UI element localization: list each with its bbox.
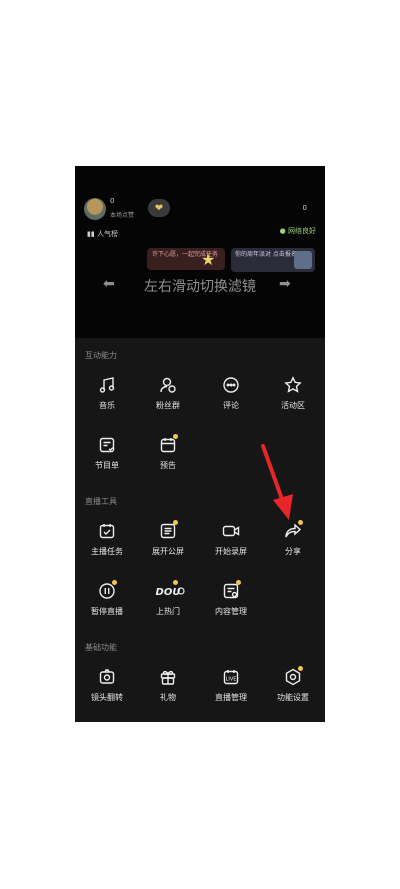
bar-chart-icon: ▮▮ — [87, 230, 95, 238]
dou-plus-icon: DOU — [140, 580, 196, 600]
task-icon — [79, 522, 135, 540]
camera-flip-icon — [79, 668, 135, 686]
item-gift[interactable]: 礼物 — [140, 668, 196, 703]
notification-dot — [173, 580, 178, 585]
arrow-right-icon: ➡ — [279, 276, 291, 292]
comment-icon — [203, 376, 259, 394]
item-label: 节目单 — [95, 461, 119, 470]
viewer-sub-label: 本场点赞 — [110, 212, 135, 219]
notification-dot — [112, 580, 117, 585]
section-tools: 直播工具 — [85, 497, 117, 506]
item-label: 礼物 — [160, 693, 176, 702]
item-label: 暂停直播 — [91, 607, 123, 616]
network-label: 网络良好 — [288, 227, 316, 235]
pause-icon — [79, 580, 135, 600]
audience-count: 0 — [302, 204, 307, 212]
party-banner-text: 你的周年派对 点击报名 — [235, 251, 297, 258]
star-decoration-icon: ★ — [201, 250, 216, 269]
party-banner-image — [294, 251, 312, 269]
viewer-count: 0 — [110, 197, 115, 205]
section-interaction: 互动能力 — [85, 351, 117, 360]
item-live-manage[interactable]: LIVE 直播管理 — [203, 668, 259, 703]
record-icon — [203, 522, 259, 540]
item-content-manage[interactable]: 内容管理 — [203, 580, 259, 617]
item-camera-flip[interactable]: 镜头翻转 — [79, 668, 135, 703]
item-pause-live[interactable]: 暂停直播 — [79, 580, 135, 617]
item-label: 预告 — [160, 461, 176, 470]
music-icon — [79, 376, 135, 394]
section-basic: 基础功能 — [85, 643, 117, 652]
popularity-rank[interactable]: ▮▮ 人气榜 — [87, 229, 118, 239]
item-activity[interactable]: 活动区 — [265, 376, 321, 411]
network-status: ● 网络良好 — [279, 227, 316, 235]
item-label: 评论 — [223, 401, 239, 410]
live-manage-icon: LIVE — [203, 668, 259, 686]
item-label: 上热门 — [156, 607, 180, 616]
item-expand-screen[interactable]: 展开公屏 — [140, 520, 196, 557]
notification-dot — [298, 520, 303, 525]
share-icon — [265, 520, 321, 540]
phone-screen: 0 本场点赞 ❤ 0 ● 网络良好 ▮▮ 人气榜 许下心愿，一起完成任务 ★ 你… — [75, 166, 325, 722]
program-list-icon — [79, 436, 135, 454]
item-share[interactable]: 分享 — [265, 520, 321, 557]
streamer-avatar[interactable] — [84, 198, 106, 220]
gift-icon — [140, 668, 196, 686]
item-label: 开始录屏 — [215, 547, 247, 556]
item-label: 内容管理 — [215, 607, 247, 616]
item-program-list[interactable]: 节目单 — [79, 436, 135, 471]
function-panel: 互动能力 音乐 粉丝群 评论 活动区 节目单 预告 直播工具 主播任务 展开公屏… — [75, 338, 325, 722]
notification-dot — [236, 580, 241, 585]
svg-text:LIVE: LIVE — [226, 677, 237, 683]
item-dou-plus[interactable]: DOU 上热门 — [140, 580, 196, 617]
rank-label: 人气榜 — [96, 230, 118, 238]
item-comment[interactable]: 评论 — [203, 376, 259, 411]
party-banner[interactable]: 你的周年派对 点击报名 — [231, 248, 315, 272]
heart-icon[interactable]: ❤ — [148, 199, 170, 217]
settings-icon — [265, 666, 321, 686]
screen-icon — [140, 520, 196, 540]
notification-dot — [173, 520, 178, 525]
item-label: 镜头翻转 — [91, 693, 123, 702]
item-music[interactable]: 音乐 — [79, 376, 135, 411]
item-label: 直播管理 — [215, 693, 247, 702]
calendar-icon — [140, 434, 196, 454]
star-icon — [265, 376, 321, 394]
item-function-settings[interactable]: 功能设置 — [265, 666, 321, 703]
notification-dot — [173, 434, 178, 439]
item-label: 分享 — [285, 547, 301, 556]
content-manage-icon — [203, 580, 259, 600]
item-label: 主播任务 — [91, 547, 123, 556]
item-fans-group[interactable]: 粉丝群 — [140, 376, 196, 411]
notification-dot — [298, 666, 303, 671]
item-label: 音乐 — [99, 401, 115, 410]
fans-group-icon — [140, 376, 196, 394]
item-label: 活动区 — [281, 401, 305, 410]
item-label: 功能设置 — [277, 693, 309, 702]
item-start-recording[interactable]: 开始录屏 — [203, 522, 259, 557]
item-preview[interactable]: 预告 — [140, 434, 196, 471]
item-label: 粉丝群 — [156, 401, 180, 410]
live-preview: 0 本场点赞 ❤ 0 ● 网络良好 ▮▮ 人气榜 许下心愿，一起完成任务 ★ 你… — [75, 166, 325, 338]
svg-text:DOU: DOU — [156, 587, 181, 598]
item-label: 展开公屏 — [152, 547, 184, 556]
item-streamer-task[interactable]: 主播任务 — [79, 522, 135, 557]
